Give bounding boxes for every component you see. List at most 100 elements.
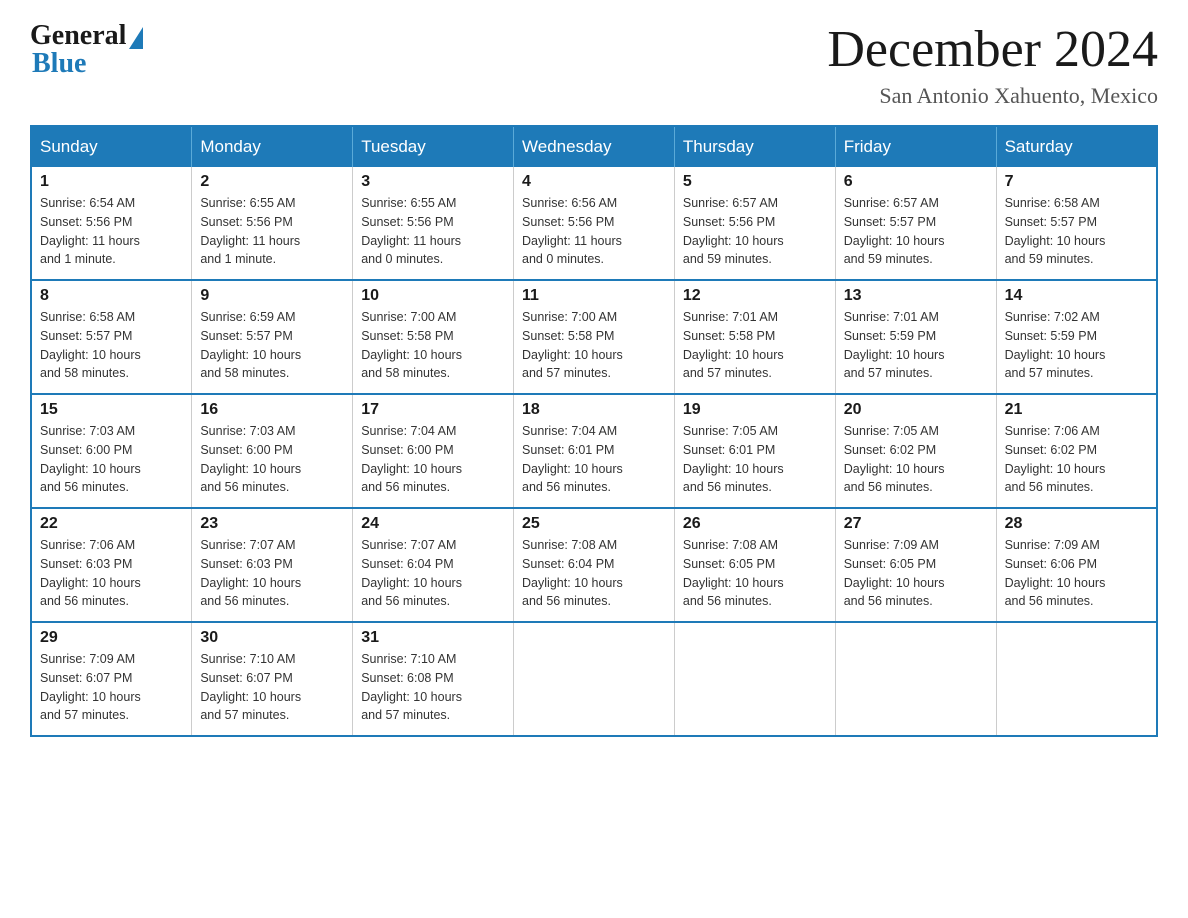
week-row-5: 29 Sunrise: 7:09 AMSunset: 6:07 PMDayligh… — [31, 622, 1157, 736]
day-info: Sunrise: 7:03 AMSunset: 6:00 PMDaylight:… — [40, 422, 183, 497]
day-info: Sunrise: 7:04 AMSunset: 6:00 PMDaylight:… — [361, 422, 505, 497]
day-cell — [835, 622, 996, 736]
day-number: 3 — [361, 173, 505, 191]
day-cell: 13 Sunrise: 7:01 AMSunset: 5:59 PMDayligh… — [835, 280, 996, 394]
day-cell: 24Sunrise: 7:07 AMSunset: 6:04 PMDayligh… — [353, 508, 514, 622]
day-number: 31 — [361, 629, 505, 647]
logo: General Blue — [30, 20, 143, 80]
day-cell: 29 Sunrise: 7:09 AMSunset: 6:07 PMDayligh… — [31, 622, 192, 736]
col-header-monday: Monday — [192, 126, 353, 167]
page-header: General Blue December 2024 San Antonio X… — [30, 20, 1158, 109]
day-info: Sunrise: 7:09 AMSunset: 6:06 PMDaylight:… — [1005, 536, 1148, 611]
day-info: Sunrise: 6:57 AMSunset: 5:57 PMDaylight:… — [844, 194, 988, 269]
day-cell: 16Sunrise: 7:03 AMSunset: 6:00 PMDayligh… — [192, 394, 353, 508]
day-cell: 18 Sunrise: 7:04 AMSunset: 6:01 PMDayligh… — [514, 394, 675, 508]
location-label: San Antonio Xahuento, Mexico — [827, 83, 1158, 109]
day-cell: 4 Sunrise: 6:56 AMSunset: 5:56 PMDaylight… — [514, 167, 675, 280]
day-cell: 3Sunrise: 6:55 AMSunset: 5:56 PMDaylight… — [353, 167, 514, 280]
day-cell: 6Sunrise: 6:57 AMSunset: 5:57 PMDaylight… — [835, 167, 996, 280]
day-cell: 7Sunrise: 6:58 AMSunset: 5:57 PMDaylight… — [996, 167, 1157, 280]
day-number: 1 — [40, 173, 183, 191]
day-cell: 8 Sunrise: 6:58 AMSunset: 5:57 PMDaylight… — [31, 280, 192, 394]
day-cell: 23 Sunrise: 7:07 AMSunset: 6:03 PMDayligh… — [192, 508, 353, 622]
day-number: 27 — [844, 515, 988, 533]
day-info: Sunrise: 7:10 AMSunset: 6:07 PMDaylight:… — [200, 650, 344, 725]
day-number: 7 — [1005, 173, 1148, 191]
day-cell — [674, 622, 835, 736]
day-cell: 20 Sunrise: 7:05 AMSunset: 6:02 PMDayligh… — [835, 394, 996, 508]
title-area: December 2024 San Antonio Xahuento, Mexi… — [827, 20, 1158, 109]
day-info: Sunrise: 6:59 AMSunset: 5:57 PMDaylight:… — [200, 308, 344, 383]
week-row-3: 15 Sunrise: 7:03 AMSunset: 6:00 PMDayligh… — [31, 394, 1157, 508]
day-cell: 11 Sunrise: 7:00 AMSunset: 5:58 PMDayligh… — [514, 280, 675, 394]
day-info: Sunrise: 7:03 AMSunset: 6:00 PMDaylight:… — [200, 422, 344, 497]
day-info: Sunrise: 6:58 AMSunset: 5:57 PMDaylight:… — [40, 308, 183, 383]
day-number: 4 — [522, 173, 666, 191]
day-info: Sunrise: 7:08 AMSunset: 6:05 PMDaylight:… — [683, 536, 827, 611]
day-info: Sunrise: 7:05 AMSunset: 6:01 PMDaylight:… — [683, 422, 827, 497]
day-info: Sunrise: 7:06 AMSunset: 6:03 PMDaylight:… — [40, 536, 183, 611]
col-header-saturday: Saturday — [996, 126, 1157, 167]
day-cell: 12Sunrise: 7:01 AMSunset: 5:58 PMDayligh… — [674, 280, 835, 394]
day-info: Sunrise: 7:01 AMSunset: 5:59 PMDaylight:… — [844, 308, 988, 383]
day-info: Sunrise: 7:09 AMSunset: 6:05 PMDaylight:… — [844, 536, 988, 611]
day-cell: 26 Sunrise: 7:08 AMSunset: 6:05 PMDayligh… — [674, 508, 835, 622]
month-title: December 2024 — [827, 20, 1158, 79]
day-cell: 22 Sunrise: 7:06 AMSunset: 6:03 PMDayligh… — [31, 508, 192, 622]
day-number: 19 — [683, 401, 827, 419]
day-number: 30 — [200, 629, 344, 647]
day-cell: 5 Sunrise: 6:57 AMSunset: 5:56 PMDaylight… — [674, 167, 835, 280]
day-info: Sunrise: 7:00 AMSunset: 5:58 PMDaylight:… — [522, 308, 666, 383]
day-info: Sunrise: 6:56 AMSunset: 5:56 PMDaylight:… — [522, 194, 666, 269]
col-header-thursday: Thursday — [674, 126, 835, 167]
day-info: Sunrise: 7:06 AMSunset: 6:02 PMDaylight:… — [1005, 422, 1148, 497]
week-row-4: 22 Sunrise: 7:06 AMSunset: 6:03 PMDayligh… — [31, 508, 1157, 622]
day-number: 23 — [200, 515, 344, 533]
day-cell: 1 Sunrise: 6:54 AMSunset: 5:56 PMDaylight… — [31, 167, 192, 280]
day-number: 11 — [522, 287, 666, 305]
day-info: Sunrise: 7:10 AMSunset: 6:08 PMDaylight:… — [361, 650, 505, 725]
day-info: Sunrise: 7:00 AMSunset: 5:58 PMDaylight:… — [361, 308, 505, 383]
calendar-table: SundayMondayTuesdayWednesdayThursdayFrid… — [30, 125, 1158, 737]
day-number: 13 — [844, 287, 988, 305]
day-cell: 19 Sunrise: 7:05 AMSunset: 6:01 PMDayligh… — [674, 394, 835, 508]
day-info: Sunrise: 7:01 AMSunset: 5:58 PMDaylight:… — [683, 308, 827, 383]
day-number: 18 — [522, 401, 666, 419]
day-cell — [514, 622, 675, 736]
week-row-2: 8 Sunrise: 6:58 AMSunset: 5:57 PMDaylight… — [31, 280, 1157, 394]
day-info: Sunrise: 7:07 AMSunset: 6:03 PMDaylight:… — [200, 536, 344, 611]
day-number: 15 — [40, 401, 183, 419]
day-number: 25 — [522, 515, 666, 533]
day-number: 28 — [1005, 515, 1148, 533]
logo-triangle-icon — [129, 27, 143, 49]
day-number: 26 — [683, 515, 827, 533]
day-number: 17 — [361, 401, 505, 419]
day-cell: 2Sunrise: 6:55 AMSunset: 5:56 PMDaylight… — [192, 167, 353, 280]
day-info: Sunrise: 7:04 AMSunset: 6:01 PMDaylight:… — [522, 422, 666, 497]
day-cell: 14Sunrise: 7:02 AMSunset: 5:59 PMDayligh… — [996, 280, 1157, 394]
day-number: 24 — [361, 515, 505, 533]
day-cell: 27 Sunrise: 7:09 AMSunset: 6:05 PMDayligh… — [835, 508, 996, 622]
day-number: 22 — [40, 515, 183, 533]
day-info: Sunrise: 7:05 AMSunset: 6:02 PMDaylight:… — [844, 422, 988, 497]
day-cell: 31 Sunrise: 7:10 AMSunset: 6:08 PMDayligh… — [353, 622, 514, 736]
day-info: Sunrise: 6:54 AMSunset: 5:56 PMDaylight:… — [40, 194, 183, 269]
day-number: 2 — [200, 173, 344, 191]
day-number: 20 — [844, 401, 988, 419]
day-info: Sunrise: 7:09 AMSunset: 6:07 PMDaylight:… — [40, 650, 183, 725]
day-cell: 21Sunrise: 7:06 AMSunset: 6:02 PMDayligh… — [996, 394, 1157, 508]
day-number: 9 — [200, 287, 344, 305]
day-number: 14 — [1005, 287, 1148, 305]
col-header-friday: Friday — [835, 126, 996, 167]
col-header-sunday: Sunday — [31, 126, 192, 167]
col-header-wednesday: Wednesday — [514, 126, 675, 167]
day-number: 8 — [40, 287, 183, 305]
day-cell — [996, 622, 1157, 736]
day-cell: 10Sunrise: 7:00 AMSunset: 5:58 PMDayligh… — [353, 280, 514, 394]
day-cell: 28 Sunrise: 7:09 AMSunset: 6:06 PMDayligh… — [996, 508, 1157, 622]
day-cell: 15 Sunrise: 7:03 AMSunset: 6:00 PMDayligh… — [31, 394, 192, 508]
day-info: Sunrise: 6:57 AMSunset: 5:56 PMDaylight:… — [683, 194, 827, 269]
day-number: 5 — [683, 173, 827, 191]
day-number: 29 — [40, 629, 183, 647]
col-header-tuesday: Tuesday — [353, 126, 514, 167]
